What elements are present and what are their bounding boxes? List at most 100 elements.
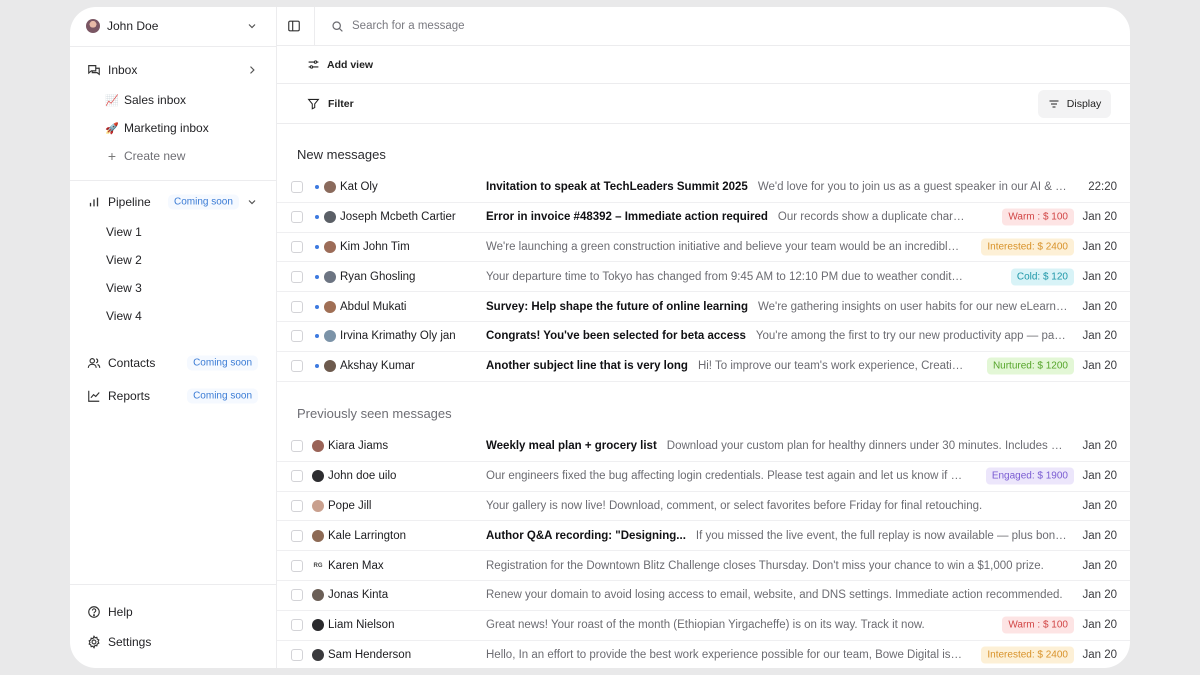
message-preview: We'd love for you to join us as a guest … [757,181,1068,194]
lead-status-tag: Interested: $ 2400 [981,238,1074,256]
row-checkbox[interactable] [291,211,303,224]
message-row[interactable]: Ryan Ghosling Your departure time to Toky… [277,262,1130,293]
message-row[interactable]: John doe uilo Our engineers fixed the bug… [277,462,1130,492]
message-row[interactable]: Akshay Kumar Another subject line that is… [277,352,1130,382]
message-text: Registration for the Downtown Blitz Chal… [486,560,1068,572]
add-view-label: Add view [327,58,374,71]
row-checkbox[interactable] [291,270,303,283]
sidebar-item-help[interactable]: Help [70,600,276,624]
message-row[interactable]: Joseph Mcbeth Cartier Error in invoice #4… [277,203,1130,233]
message-subject: Invitation to speak at TechLeaders Summi… [486,181,748,194]
plus-icon: + [107,148,117,164]
avatar [312,648,324,661]
message-row[interactable]: Pope Jill Your gallery is now live! Downl… [277,492,1130,522]
message-date: Jan 20 [1082,589,1117,602]
message-text: Your gallery is now live! Download, comm… [486,500,1068,512]
message-preview: Registration for the Downtown Blitz Chal… [486,559,1044,572]
message-preview: Our engineers fixed the bug affecting lo… [486,470,965,483]
sender-name: Akshay Kumar [340,360,415,373]
sidebar-item-settings[interactable]: Settings [70,630,276,654]
divider [70,180,276,181]
sender-name: Kiara Jiams [328,440,389,453]
sidebar-item-view-1[interactable]: View 1 [70,220,276,244]
display-button[interactable]: Display [1038,90,1111,118]
line-chart-icon [87,389,101,403]
seen-messages-list: Kiara Jiams Weekly meal plan + grocery li… [277,432,1130,668]
message-preview: Hi! To improve our team's work experienc… [697,360,965,373]
row-checkbox[interactable] [291,559,303,572]
search-input[interactable] [352,20,652,32]
sidebar-item-view-3[interactable]: View 3 [70,276,276,300]
sidebar-item-pipeline[interactable]: Pipeline Coming soon [70,190,276,214]
row-checkbox[interactable] [291,300,303,313]
sidebar-item-inbox[interactable]: Inbox [70,58,276,82]
coming-soon-badge: Coming soon [187,388,258,404]
sidebar-item-label: View 1 [106,225,142,239]
message-preview: We're launching a green construction ini… [486,240,965,253]
sender-name: Kale Larrington [328,529,406,542]
message-date: Jan 20 [1082,529,1117,542]
lead-status-tag: Warm : $ 100 [1002,616,1074,634]
message-subject: Survey: Help shape the future of online … [486,300,748,313]
row-checkbox[interactable] [291,181,303,194]
lead-status-tag: Engaged: $ 1900 [985,467,1074,485]
row-checkbox[interactable] [291,330,303,343]
user-switcher[interactable]: John Doe [70,15,276,37]
row-checkbox[interactable] [291,240,303,253]
inbox-icon [87,63,101,77]
row-checkbox[interactable] [291,648,303,661]
message-date: Jan 20 [1082,619,1117,632]
row-checkbox[interactable] [291,440,303,453]
message-preview: Your gallery is now live! Download, comm… [486,499,983,512]
message-row[interactable]: Kat Oly Invitation to speak at TechLeader… [277,173,1130,203]
sidebar-item-view-2[interactable]: View 2 [70,248,276,272]
sender-name: Jonas Kinta [328,589,389,602]
row-checkbox[interactable] [291,360,303,373]
message-text: Author Q&A recording: "Designing... If yo… [486,530,1068,542]
message-row[interactable]: Kiara Jiams Weekly meal plan + grocery li… [277,432,1130,462]
search-icon [332,20,343,32]
message-preview: Renew your domain to avoid losing access… [486,589,1063,602]
sidebar-item-label: Settings [108,635,152,649]
chevron-down-icon [246,196,258,208]
message-text: We're launching a green construction ini… [486,241,965,253]
coming-soon-badge: Coming soon [187,355,258,371]
filter-label: Filter [328,97,354,110]
row-checkbox[interactable] [291,499,303,512]
sidebar-item-sales-inbox[interactable]: 📈 Sales inbox [70,88,276,112]
row-checkbox[interactable] [291,470,303,483]
row-checkbox[interactable] [291,619,303,632]
coming-soon-badge: Coming soon [168,194,239,210]
message-text: Congrats! You've been selected for beta … [486,330,1068,342]
message-row[interactable]: Kale Larrington Author Q&A recording: "De… [277,521,1130,552]
main-panel: Add view Filter Display New messages Kat… [277,7,1130,668]
create-new-button[interactable]: + Create new [70,144,276,168]
lead-status-tag: Interested: $ 2400 [981,646,1074,664]
row-checkbox[interactable] [291,529,303,542]
divider [314,7,315,45]
add-view-button[interactable]: Add view [307,58,373,71]
avatar: RG [312,559,324,572]
message-row[interactable]: RG Karen Max Registration for the Downtown… [277,551,1130,581]
sidebar-toggle-icon[interactable] [287,19,301,33]
sidebar-item-label: View 3 [106,281,142,295]
message-row[interactable]: Jonas Kinta Renew your domain to avoid lo… [277,581,1130,611]
message-row[interactable]: Sam Henderson Hello, In an effort to prov… [277,641,1130,668]
chart-emoji-icon: 📈 [105,94,119,107]
sidebar-item-reports[interactable]: Reports Coming soon [70,384,276,408]
message-subject: Congrats! You've been selected for beta … [486,330,746,343]
sidebar-item-contacts[interactable]: Contacts Coming soon [70,351,276,375]
filter-button[interactable]: Filter [307,97,354,110]
lead-status-tag: Nurtured: $ 1200 [986,357,1074,375]
row-checkbox[interactable] [291,589,303,602]
sender-name: Joseph Mcbeth Cartier [340,211,456,224]
message-row[interactable]: Irvina Krimathy Oly jan Congrats! You've … [277,322,1130,352]
sidebar-item-view-4[interactable]: View 4 [70,304,276,328]
message-date: Jan 20 [1082,360,1117,373]
message-text: Renew your domain to avoid losing access… [486,589,1068,601]
message-row[interactable]: Kim John Tim We're launching a green cons… [277,233,1130,263]
sidebar-item-marketing-inbox[interactable]: 🚀 Marketing inbox [70,116,276,140]
message-row[interactable]: Liam Nielson Great news! Your roast of th… [277,611,1130,641]
avatar [312,440,324,453]
message-row[interactable]: Abdul Mukati Survey: Help shape the futur… [277,292,1130,322]
